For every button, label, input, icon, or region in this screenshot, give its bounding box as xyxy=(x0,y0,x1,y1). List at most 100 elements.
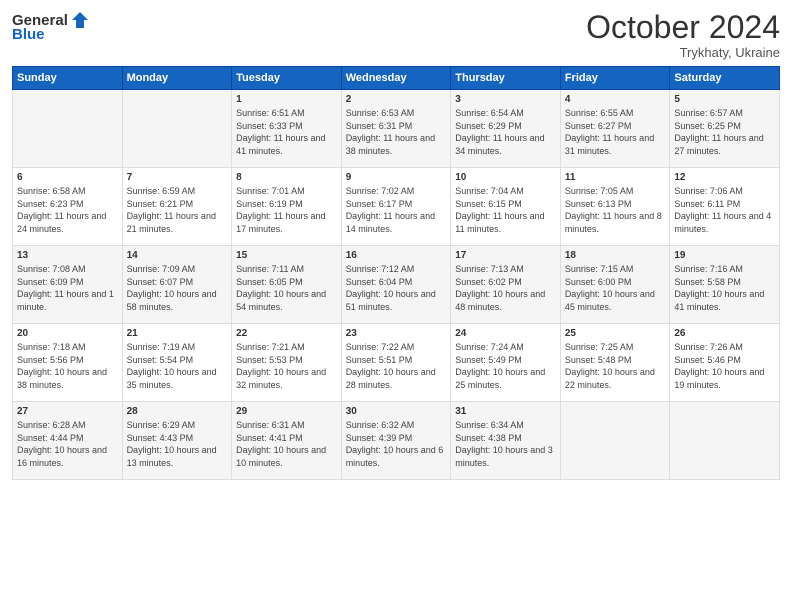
header: General Blue October 2024 Trykhaty, Ukra… xyxy=(12,10,780,60)
calendar-week-row: 20 Sunrise: 7:18 AMSunset: 5:56 PMDayligh… xyxy=(13,324,780,402)
day-info: Sunrise: 7:22 AMSunset: 5:51 PMDaylight:… xyxy=(346,341,447,391)
day-info: Sunrise: 6:55 AMSunset: 6:27 PMDaylight:… xyxy=(565,107,666,157)
day-info: Sunrise: 7:05 AMSunset: 6:13 PMDaylight:… xyxy=(565,185,666,235)
weekday-header: Monday xyxy=(122,67,232,90)
day-number: 29 xyxy=(236,406,337,417)
day-number: 2 xyxy=(346,94,447,105)
day-info: Sunrise: 7:26 AMSunset: 5:46 PMDaylight:… xyxy=(674,341,775,391)
day-number: 25 xyxy=(565,328,666,339)
day-number: 8 xyxy=(236,172,337,183)
weekday-header: Tuesday xyxy=(232,67,342,90)
day-info: Sunrise: 6:58 AMSunset: 6:23 PMDaylight:… xyxy=(17,185,118,235)
calendar-cell: 13Sunrise: 7:08 AMSunset: 6:09 PMDayligh… xyxy=(13,246,123,324)
day-number: 24 xyxy=(455,328,556,339)
day-number: 19 xyxy=(674,250,775,261)
calendar-cell: 31 Sunrise: 6:34 AMSunset: 4:38 PMDayligh… xyxy=(451,402,561,480)
weekday-header: Sunday xyxy=(13,67,123,90)
day-info: Sunrise: 6:59 AMSunset: 6:21 PMDaylight:… xyxy=(127,185,228,235)
calendar-cell: 8 Sunrise: 7:01 AMSunset: 6:19 PMDaylight… xyxy=(232,168,342,246)
calendar-cell: 25 Sunrise: 7:25 AMSunset: 5:48 PMDayligh… xyxy=(560,324,670,402)
month-title: October 2024 xyxy=(586,10,780,45)
calendar-cell: 28 Sunrise: 6:29 AMSunset: 4:43 PMDayligh… xyxy=(122,402,232,480)
day-info: Sunrise: 7:18 AMSunset: 5:56 PMDaylight:… xyxy=(17,341,118,391)
day-info: Sunrise: 7:16 AMSunset: 5:58 PMDaylight:… xyxy=(674,263,775,313)
main-container: General Blue October 2024 Trykhaty, Ukra… xyxy=(0,0,792,488)
day-number: 5 xyxy=(674,94,775,105)
calendar-cell xyxy=(13,90,123,168)
day-info: Sunrise: 7:01 AMSunset: 6:19 PMDaylight:… xyxy=(236,185,337,235)
logo: General Blue xyxy=(12,10,90,43)
day-info: Sunrise: 7:15 AMSunset: 6:00 PMDaylight:… xyxy=(565,263,666,313)
day-info: Sunrise: 6:29 AMSunset: 4:43 PMDaylight:… xyxy=(127,419,228,469)
calendar-cell: 24 Sunrise: 7:24 AMSunset: 5:49 PMDayligh… xyxy=(451,324,561,402)
calendar-table: SundayMondayTuesdayWednesdayThursdayFrid… xyxy=(12,66,780,480)
location-title: Trykhaty, Ukraine xyxy=(586,45,780,60)
day-info: Sunrise: 6:31 AMSunset: 4:41 PMDaylight:… xyxy=(236,419,337,469)
calendar-cell: 29 Sunrise: 6:31 AMSunset: 4:41 PMDayligh… xyxy=(232,402,342,480)
calendar-cell: 27 Sunrise: 6:28 AMSunset: 4:44 PMDayligh… xyxy=(13,402,123,480)
day-info: Sunrise: 7:06 AMSunset: 6:11 PMDaylight:… xyxy=(674,185,775,235)
calendar-cell: 17 Sunrise: 7:13 AMSunset: 6:02 PMDayligh… xyxy=(451,246,561,324)
day-number: 20 xyxy=(17,328,118,339)
calendar-cell: 19 Sunrise: 7:16 AMSunset: 5:58 PMDayligh… xyxy=(670,246,780,324)
day-info: Sunrise: 7:25 AMSunset: 5:48 PMDaylight:… xyxy=(565,341,666,391)
day-info: Sunrise: 6:34 AMSunset: 4:38 PMDaylight:… xyxy=(455,419,556,469)
day-info: Sunrise: 7:09 AMSunset: 6:07 PMDaylight:… xyxy=(127,263,228,313)
calendar-cell: 6Sunrise: 6:58 AMSunset: 6:23 PMDaylight… xyxy=(13,168,123,246)
title-block: October 2024 Trykhaty, Ukraine xyxy=(586,10,780,60)
day-info: Sunrise: 7:21 AMSunset: 5:53 PMDaylight:… xyxy=(236,341,337,391)
day-number: 7 xyxy=(127,172,228,183)
calendar-cell xyxy=(670,402,780,480)
day-number: 4 xyxy=(565,94,666,105)
day-info: Sunrise: 7:13 AMSunset: 6:02 PMDaylight:… xyxy=(455,263,556,313)
day-number: 1 xyxy=(236,94,337,105)
calendar-cell: 26 Sunrise: 7:26 AMSunset: 5:46 PMDayligh… xyxy=(670,324,780,402)
calendar-week-row: 1 Sunrise: 6:51 AMSunset: 6:33 PMDaylight… xyxy=(13,90,780,168)
day-number: 12 xyxy=(674,172,775,183)
calendar-cell: 16Sunrise: 7:12 AMSunset: 6:04 PMDayligh… xyxy=(341,246,451,324)
calendar-cell: 20 Sunrise: 7:18 AMSunset: 5:56 PMDayligh… xyxy=(13,324,123,402)
day-number: 30 xyxy=(346,406,447,417)
day-info: Sunrise: 7:11 AMSunset: 6:05 PMDaylight:… xyxy=(236,263,337,313)
calendar-cell: 18Sunrise: 7:15 AMSunset: 6:00 PMDayligh… xyxy=(560,246,670,324)
day-number: 22 xyxy=(236,328,337,339)
day-number: 13 xyxy=(17,250,118,261)
weekday-header-row: SundayMondayTuesdayWednesdayThursdayFrid… xyxy=(13,67,780,90)
day-number: 14 xyxy=(127,250,228,261)
calendar-cell: 11 Sunrise: 7:05 AMSunset: 6:13 PMDayligh… xyxy=(560,168,670,246)
calendar-cell: 1 Sunrise: 6:51 AMSunset: 6:33 PMDaylight… xyxy=(232,90,342,168)
calendar-cell xyxy=(560,402,670,480)
calendar-cell: 14 Sunrise: 7:09 AMSunset: 6:07 PMDayligh… xyxy=(122,246,232,324)
calendar-cell: 9Sunrise: 7:02 AMSunset: 6:17 PMDaylight… xyxy=(341,168,451,246)
calendar-cell: 10Sunrise: 7:04 AMSunset: 6:15 PMDayligh… xyxy=(451,168,561,246)
day-info: Sunrise: 6:51 AMSunset: 6:33 PMDaylight:… xyxy=(236,107,337,157)
calendar-cell: 21Sunrise: 7:19 AMSunset: 5:54 PMDayligh… xyxy=(122,324,232,402)
day-number: 17 xyxy=(455,250,556,261)
calendar-cell xyxy=(122,90,232,168)
day-info: Sunrise: 7:12 AMSunset: 6:04 PMDaylight:… xyxy=(346,263,447,313)
calendar-cell: 30Sunrise: 6:32 AMSunset: 4:39 PMDayligh… xyxy=(341,402,451,480)
day-number: 27 xyxy=(17,406,118,417)
calendar-cell: 3Sunrise: 6:54 AMSunset: 6:29 PMDaylight… xyxy=(451,90,561,168)
calendar-cell: 22 Sunrise: 7:21 AMSunset: 5:53 PMDayligh… xyxy=(232,324,342,402)
day-number: 11 xyxy=(565,172,666,183)
day-info: Sunrise: 6:57 AMSunset: 6:25 PMDaylight:… xyxy=(674,107,775,157)
weekday-header: Wednesday xyxy=(341,67,451,90)
weekday-header: Saturday xyxy=(670,67,780,90)
day-info: Sunrise: 7:24 AMSunset: 5:49 PMDaylight:… xyxy=(455,341,556,391)
day-number: 28 xyxy=(127,406,228,417)
day-number: 31 xyxy=(455,406,556,417)
day-info: Sunrise: 6:28 AMSunset: 4:44 PMDaylight:… xyxy=(17,419,118,469)
weekday-header: Thursday xyxy=(451,67,561,90)
calendar-cell: 23 Sunrise: 7:22 AMSunset: 5:51 PMDayligh… xyxy=(341,324,451,402)
day-info: Sunrise: 7:04 AMSunset: 6:15 PMDaylight:… xyxy=(455,185,556,235)
logo-icon xyxy=(70,10,90,30)
logo-blue: Blue xyxy=(12,26,45,43)
day-number: 26 xyxy=(674,328,775,339)
calendar-cell: 5 Sunrise: 6:57 AMSunset: 6:25 PMDaylight… xyxy=(670,90,780,168)
day-number: 23 xyxy=(346,328,447,339)
calendar-week-row: 6Sunrise: 6:58 AMSunset: 6:23 PMDaylight… xyxy=(13,168,780,246)
weekday-header: Friday xyxy=(560,67,670,90)
calendar-week-row: 27 Sunrise: 6:28 AMSunset: 4:44 PMDayligh… xyxy=(13,402,780,480)
day-info: Sunrise: 6:53 AMSunset: 6:31 PMDaylight:… xyxy=(346,107,447,157)
